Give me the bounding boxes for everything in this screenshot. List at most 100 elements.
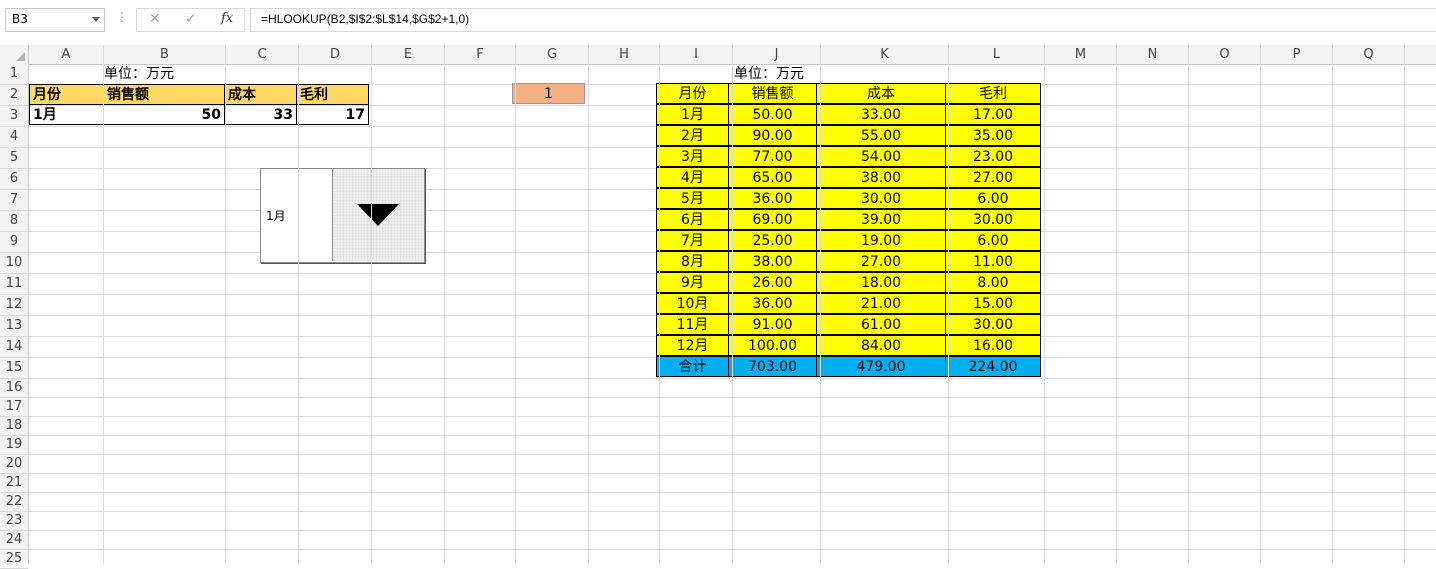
right-row-4-col-0[interactable]: 4月 [656, 167, 729, 188]
column-header-n[interactable]: N [1117, 45, 1189, 64]
right-row-8-col-2[interactable]: 27.00 [816, 251, 946, 272]
right-row-10-col-2[interactable]: 21.00 [816, 293, 946, 314]
right-header-col-0[interactable]: 月份 [656, 83, 729, 104]
right-row-9-col-2[interactable]: 18.00 [816, 272, 946, 293]
right-row-3-col-0[interactable]: 3月 [656, 146, 729, 167]
right-row-5-col-2[interactable]: 30.00 [816, 188, 946, 209]
left-cell-sales[interactable]: 50 [103, 104, 225, 125]
right-row-1-col-0[interactable]: 1月 [656, 104, 729, 125]
right-header-col-3[interactable]: 毛利 [945, 83, 1041, 104]
column-header-k[interactable]: K [821, 45, 949, 64]
row-header-4[interactable]: 4 [0, 127, 28, 148]
worksheet-grid[interactable]: 单位：万元 月份 销售额 成本 毛利 1月 50 33 17 1 单位：万元 月… [29, 64, 1436, 564]
right-row-10-col-3[interactable]: 15.00 [945, 293, 1041, 314]
right-row-12-col-2[interactable]: 84.00 [816, 335, 946, 356]
left-cell-cost[interactable]: 33 [224, 104, 297, 125]
right-row-7-col-1[interactable]: 25.00 [728, 230, 817, 251]
select-all-button[interactable] [0, 45, 29, 64]
right-header-col-1[interactable]: 销售额 [728, 83, 817, 104]
chevron-down-icon[interactable] [92, 17, 100, 22]
right-row-4-col-3[interactable]: 27.00 [945, 167, 1041, 188]
right-row-10-col-1[interactable]: 36.00 [728, 293, 817, 314]
right-row-6-col-2[interactable]: 39.00 [816, 209, 946, 230]
right-row-3-col-1[interactable]: 77.00 [728, 146, 817, 167]
row-header-19[interactable]: 19 [0, 436, 28, 455]
cancel-icon[interactable]: ✕ [149, 11, 161, 27]
left-cell-profit[interactable]: 17 [296, 104, 369, 125]
row-header-3[interactable]: 3 [0, 106, 28, 127]
right-row-8-col-0[interactable]: 8月 [656, 251, 729, 272]
column-header-e[interactable]: E [372, 45, 445, 64]
column-header-f[interactable]: F [445, 45, 516, 64]
g2-index-cell[interactable]: 1 [512, 83, 585, 104]
right-row-1-col-2[interactable]: 33.00 [816, 104, 946, 125]
combo-dropdown-button[interactable] [332, 169, 424, 261]
right-row-11-col-2[interactable]: 61.00 [816, 314, 946, 335]
row-header-16[interactable]: 16 [0, 379, 28, 398]
right-row-11-col-0[interactable]: 11月 [656, 314, 729, 335]
right-row-5-col-1[interactable]: 36.00 [728, 188, 817, 209]
column-header-b[interactable]: B [104, 45, 226, 64]
column-header-p[interactable]: P [1261, 45, 1333, 64]
column-header-c[interactable]: C [226, 45, 299, 64]
right-row-3-col-3[interactable]: 23.00 [945, 146, 1041, 167]
insert-function-icon[interactable]: fx [221, 11, 233, 26]
right-row-9-col-1[interactable]: 26.00 [728, 272, 817, 293]
row-header-12[interactable]: 12 [0, 295, 28, 316]
column-header-j[interactable]: J [733, 45, 821, 64]
formula-input[interactable]: =HLOOKUP(B2,$I$2:$L$14,$G$2+1,0) [250, 8, 1436, 32]
row-header-13[interactable]: 13 [0, 316, 28, 337]
right-row-12-col-3[interactable]: 16.00 [945, 335, 1041, 356]
column-header-r[interactable]: R [1405, 45, 1436, 64]
right-row-1-col-1[interactable]: 50.00 [728, 104, 817, 125]
row-header-23[interactable]: 23 [0, 512, 28, 531]
name-box[interactable]: B3 [5, 8, 105, 32]
enter-icon[interactable]: ✓ [185, 11, 197, 27]
right-row-6-col-1[interactable]: 69.00 [728, 209, 817, 230]
row-header-18[interactable]: 18 [0, 417, 28, 436]
column-header-o[interactable]: O [1189, 45, 1261, 64]
row-header-20[interactable]: 20 [0, 455, 28, 474]
right-row-11-col-3[interactable]: 30.00 [945, 314, 1041, 335]
column-header-i[interactable]: I [660, 45, 733, 64]
right-row-9-col-0[interactable]: 9月 [656, 272, 729, 293]
right-row-8-col-1[interactable]: 38.00 [728, 251, 817, 272]
right-total-col-3[interactable]: 224.00 [945, 356, 1041, 377]
right-row-9-col-3[interactable]: 8.00 [945, 272, 1041, 293]
right-row-2-col-1[interactable]: 90.00 [728, 125, 817, 146]
right-row-10-col-0[interactable]: 10月 [656, 293, 729, 314]
row-header-9[interactable]: 9 [0, 232, 28, 253]
row-header-8[interactable]: 8 [0, 211, 28, 232]
right-row-6-col-3[interactable]: 30.00 [945, 209, 1041, 230]
row-header-5[interactable]: 5 [0, 148, 28, 169]
right-row-2-col-3[interactable]: 35.00 [945, 125, 1041, 146]
right-row-5-col-0[interactable]: 5月 [656, 188, 729, 209]
column-header-m[interactable]: M [1045, 45, 1117, 64]
right-row-5-col-3[interactable]: 6.00 [945, 188, 1041, 209]
right-header-col-2[interactable]: 成本 [816, 83, 946, 104]
right-row-3-col-2[interactable]: 54.00 [816, 146, 946, 167]
row-header-17[interactable]: 17 [0, 398, 28, 417]
right-row-4-col-1[interactable]: 65.00 [728, 167, 817, 188]
row-header-6[interactable]: 6 [0, 169, 28, 190]
right-row-7-col-2[interactable]: 19.00 [816, 230, 946, 251]
right-row-11-col-1[interactable]: 91.00 [728, 314, 817, 335]
right-row-2-col-0[interactable]: 2月 [656, 125, 729, 146]
row-header-14[interactable]: 14 [0, 337, 28, 358]
column-header-l[interactable]: L [949, 45, 1045, 64]
right-row-6-col-0[interactable]: 6月 [656, 209, 729, 230]
right-row-12-col-1[interactable]: 100.00 [728, 335, 817, 356]
row-header-1[interactable]: 1 [0, 64, 28, 85]
row-header-21[interactable]: 21 [0, 474, 28, 493]
column-header-a[interactable]: A [29, 45, 104, 64]
row-header-22[interactable]: 22 [0, 493, 28, 512]
right-row-1-col-3[interactable]: 17.00 [945, 104, 1041, 125]
right-row-4-col-2[interactable]: 38.00 [816, 167, 946, 188]
column-header-d[interactable]: D [299, 45, 372, 64]
right-row-2-col-2[interactable]: 55.00 [816, 125, 946, 146]
right-row-8-col-3[interactable]: 11.00 [945, 251, 1041, 272]
right-total-col-1[interactable]: 703.00 [728, 356, 817, 377]
row-header-15[interactable]: 15 [0, 358, 28, 379]
row-header-2[interactable]: 2 [0, 85, 28, 106]
month-combo-box[interactable]: 1月 [260, 168, 425, 263]
